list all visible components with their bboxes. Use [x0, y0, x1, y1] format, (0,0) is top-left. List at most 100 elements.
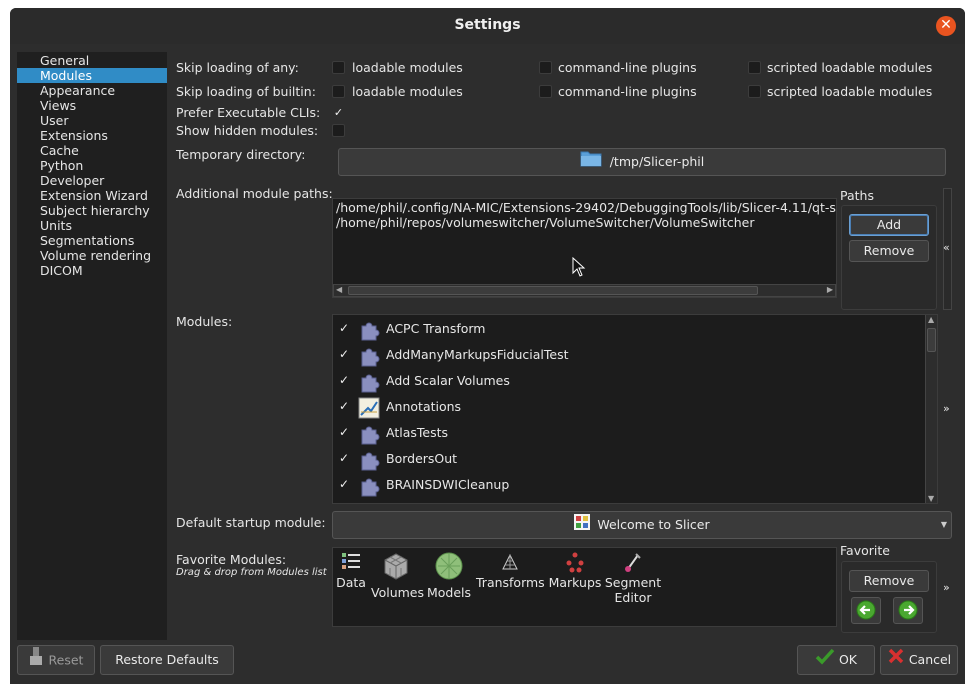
list-item[interactable]: /home/phil/repos/volumeswitcher/VolumeSw…: [336, 215, 755, 230]
add-path-button[interactable]: Add: [849, 214, 929, 236]
scrollbar-thumb[interactable]: [927, 328, 936, 352]
favorite-data[interactable]: Data: [336, 551, 366, 590]
sidebar-item-appearance[interactable]: Appearance: [17, 83, 167, 98]
module-paths-list[interactable]: /home/phil/.config/NA-MIC/Extensions-294…: [332, 198, 837, 298]
module-checkbox[interactable]: ✓: [339, 451, 349, 465]
favorite-label: Volumes: [371, 585, 425, 600]
skip-builtin-loadable-label: loadable modules: [352, 84, 463, 99]
annotations-icon: [358, 397, 380, 419]
remove-favorite-button[interactable]: Remove: [849, 570, 929, 592]
table-row[interactable]: ✓ BRAINSDWICleanup: [333, 472, 923, 498]
temp-dir-button[interactable]: /tmp/Slicer-phil: [338, 148, 946, 176]
restore-defaults-button[interactable]: Restore Defaults: [100, 645, 234, 675]
scroll-left-icon[interactable]: ◀: [336, 285, 342, 294]
modules-vertical-scrollbar[interactable]: ▲ ▼: [925, 315, 937, 503]
scrollbar-thumb[interactable]: [348, 286, 758, 295]
paths-horizontal-scrollbar[interactable]: ◀ ▶: [333, 284, 836, 297]
scroll-up-icon[interactable]: ▲: [928, 315, 934, 324]
scroll-down-icon[interactable]: ▼: [928, 494, 934, 503]
close-icon[interactable]: ✕: [936, 16, 956, 36]
favorite-group: Remove: [841, 561, 937, 633]
reset-button[interactable]: Reset: [17, 645, 95, 675]
table-row[interactable]: ✓ Annotations: [333, 394, 923, 420]
settings-sidebar: General Modules Appearance Views User Ex…: [17, 52, 167, 640]
skip-builtin-scripted-label: scripted loadable modules: [767, 84, 933, 99]
show-hidden-checkbox[interactable]: [332, 124, 345, 137]
remove-path-button[interactable]: Remove: [849, 240, 929, 262]
list-item[interactable]: /home/phil/.config/NA-MIC/Extensions-294…: [336, 200, 836, 215]
table-row[interactable]: ✓ BordersOut: [333, 446, 923, 472]
collapse-paths-icon[interactable]: «: [943, 241, 950, 254]
move-right-button[interactable]: [893, 597, 923, 624]
sidebar-item-modules[interactable]: Modules: [17, 68, 167, 83]
skip-any-loadable-checkbox[interactable]: [332, 61, 345, 74]
startup-module-value: Welcome to Slicer: [597, 517, 710, 532]
skip-builtin-loadable-checkbox[interactable]: [332, 85, 345, 98]
expand-modules-icon[interactable]: »: [943, 402, 950, 415]
startup-module-select[interactable]: Welcome to Slicer ▼: [332, 511, 952, 539]
markups-icon: [547, 551, 603, 575]
sidebar-item-user[interactable]: User: [17, 113, 167, 128]
paths-group: Add Remove: [841, 205, 937, 310]
module-checkbox[interactable]: ✓: [339, 347, 349, 361]
puzzle-icon: [358, 423, 380, 445]
favorites-label: Favorite Modules:: [176, 552, 287, 567]
table-row[interactable]: ✓ ACPC Transform: [333, 316, 923, 342]
table-row[interactable]: ✓ AddManyMarkupsFiducialTest: [333, 342, 923, 368]
reset-label: Reset: [48, 652, 84, 668]
show-hidden-label: Show hidden modules:: [176, 123, 319, 138]
module-checkbox[interactable]: ✓: [339, 399, 349, 413]
sidebar-item-python[interactable]: Python: [17, 158, 167, 173]
puzzle-icon: [358, 475, 380, 497]
arrow-left-icon: [856, 600, 876, 623]
segment-editor-icon: [603, 551, 663, 575]
skip-builtin-cli-checkbox[interactable]: [539, 85, 552, 98]
sidebar-item-general[interactable]: General: [17, 53, 167, 68]
module-name: BordersOut: [386, 451, 458, 466]
table-row[interactable]: ✓ AtlasTests: [333, 420, 923, 446]
cancel-button[interactable]: Cancel: [880, 645, 958, 675]
table-row[interactable]: ✓ Add Scalar Volumes: [333, 368, 923, 394]
scroll-right-icon[interactable]: ▶: [827, 285, 833, 294]
skip-any-cli-label: command-line plugins: [558, 60, 697, 75]
favorite-label: Transforms: [476, 575, 545, 590]
cancel-label: Cancel: [908, 652, 952, 667]
skip-any-cli-checkbox[interactable]: [539, 61, 552, 74]
favorite-models[interactable]: Models: [425, 551, 473, 600]
sidebar-item-extension-wizard[interactable]: Extension Wizard: [17, 188, 167, 203]
sidebar-item-units[interactable]: Units: [17, 218, 167, 233]
sidebar-item-segmentations[interactable]: Segmentations: [17, 233, 167, 248]
sidebar-item-cache[interactable]: Cache: [17, 143, 167, 158]
favorite-segment-editor[interactable]: Segment Editor: [603, 551, 663, 605]
window-title: Settings: [454, 17, 521, 33]
mouse-cursor-icon: [572, 256, 586, 280]
favorite-volumes[interactable]: Volumes: [371, 551, 425, 600]
module-checkbox[interactable]: ✓: [339, 425, 349, 439]
ok-button[interactable]: OK: [797, 645, 875, 675]
sidebar-item-views[interactable]: Views: [17, 98, 167, 113]
prefer-cli-checkbox[interactable]: ✓: [332, 106, 345, 119]
module-checkbox[interactable]: ✓: [339, 321, 349, 335]
sidebar-item-dicom[interactable]: DICOM: [17, 263, 167, 278]
module-checkbox[interactable]: ✓: [339, 477, 349, 491]
module-checkbox[interactable]: ✓: [339, 373, 349, 387]
skip-builtin-scripted-checkbox[interactable]: [748, 85, 761, 98]
skip-any-label: Skip loading of any:: [176, 60, 299, 75]
sidebar-item-extensions[interactable]: Extensions: [17, 128, 167, 143]
module-name: AddManyMarkupsFiducialTest: [386, 347, 569, 362]
favorites-toolbar[interactable]: Data Volumes Models Transforms Markups S…: [332, 547, 837, 627]
favorite-transforms[interactable]: Transforms: [476, 551, 545, 590]
reset-icon: [29, 646, 43, 676]
prefer-cli-label: Prefer Executable CLIs:: [176, 105, 321, 120]
favorite-markups[interactable]: Markups: [547, 551, 603, 590]
arrow-right-icon: [898, 600, 918, 623]
sidebar-item-developer[interactable]: Developer: [17, 173, 167, 188]
modules-list[interactable]: ✓ ACPC Transform ✓ AddManyMarkupsFiducia…: [332, 314, 938, 504]
puzzle-icon: [358, 371, 380, 393]
sidebar-item-volume-rendering[interactable]: Volume rendering: [17, 248, 167, 263]
move-left-button[interactable]: [851, 597, 881, 624]
transforms-icon: [476, 551, 544, 575]
skip-any-scripted-checkbox[interactable]: [748, 61, 761, 74]
expand-favorites-icon[interactable]: »: [943, 581, 950, 594]
sidebar-item-subject-hierarchy[interactable]: Subject hierarchy: [17, 203, 167, 218]
